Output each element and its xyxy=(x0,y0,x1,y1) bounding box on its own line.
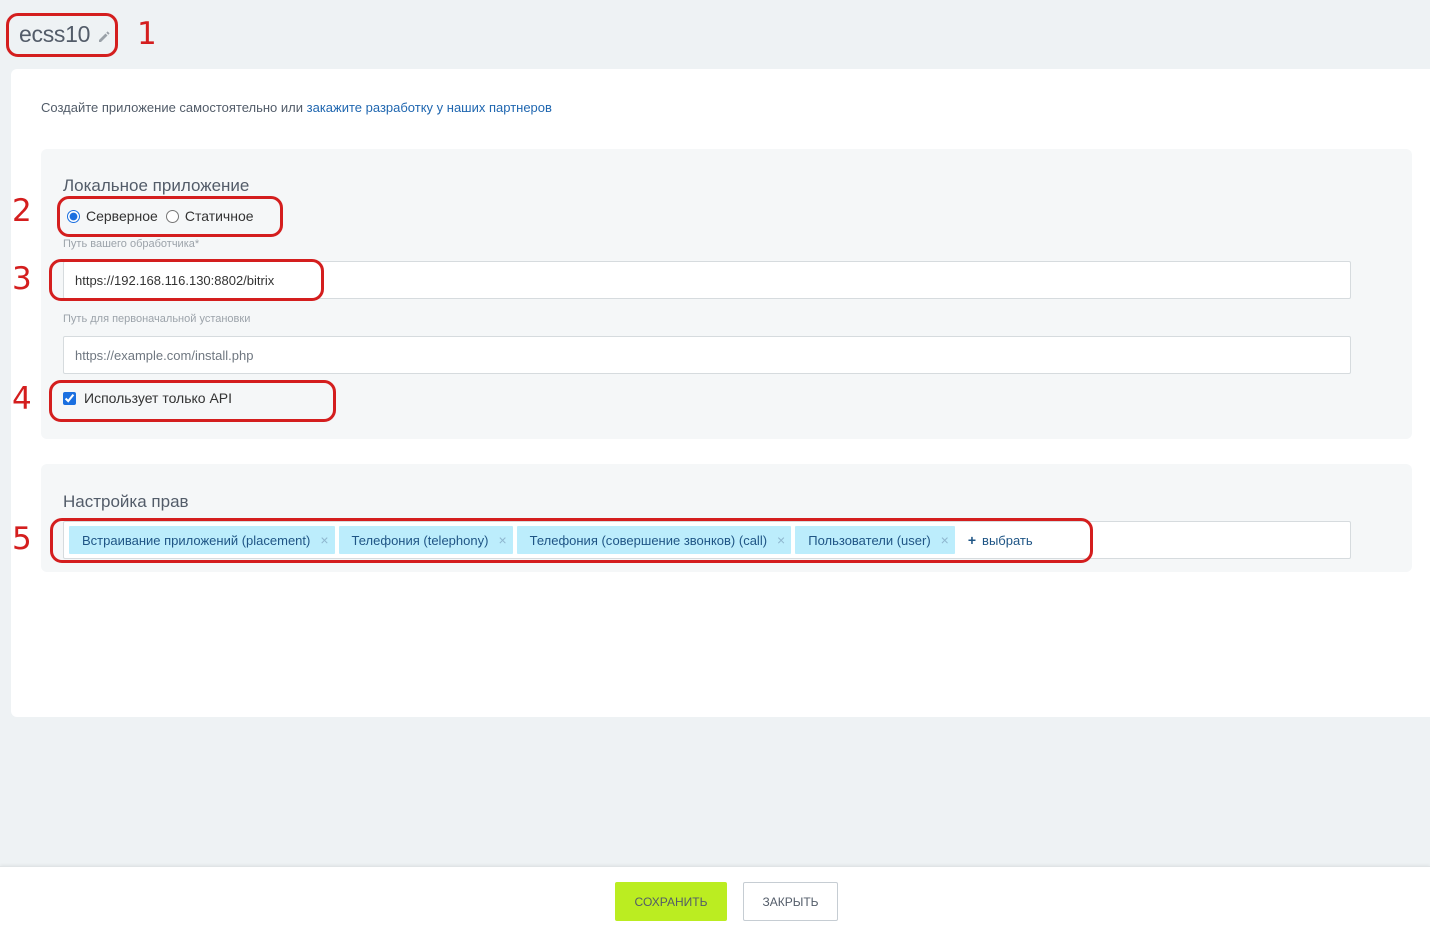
local-app-section: Локальное приложение Серверное Статичное… xyxy=(41,149,1412,439)
annotation-number-5: 5 xyxy=(12,521,32,557)
add-right-button[interactable]: + выбрать xyxy=(968,532,1033,548)
tag-remove-icon[interactable]: × xyxy=(320,533,328,547)
tag-label: Встраивание приложений (placement) xyxy=(82,532,311,548)
annotation-number-3: 3 xyxy=(12,261,32,297)
rights-title: Настройка прав xyxy=(63,492,189,511)
tag-placement: Встраивание приложений (placement) × xyxy=(69,526,335,554)
tag-label: Телефония (совершение звонков) (call) xyxy=(529,532,768,548)
radio-static[interactable]: Статичное xyxy=(165,208,254,224)
tag-label: Телефония (telephony) xyxy=(351,532,489,548)
pencil-icon[interactable] xyxy=(98,30,110,42)
add-right-label: выбрать xyxy=(982,532,1033,548)
annotation-number-1: 1 xyxy=(137,16,157,52)
tag-remove-icon[interactable]: × xyxy=(498,533,506,547)
radio-server-input[interactable] xyxy=(67,209,80,223)
radio-server-label: Серверное xyxy=(86,208,158,224)
tag-user: Пользователи (user) × xyxy=(795,526,955,554)
api-only-label: Использует только API xyxy=(84,390,233,406)
radio-static-input[interactable] xyxy=(165,209,179,223)
intro-text: Создайте приложение самостоятельно или з… xyxy=(41,100,552,115)
rights-tag-field[interactable]: Встраивание приложений (placement) × Тел… xyxy=(63,521,1351,559)
rights-section: Настройка прав Встраивание приложений (p… xyxy=(41,464,1412,572)
tag-call: Телефония (совершение звонков) (call) × xyxy=(516,526,792,554)
close-button[interactable]: ЗАКРЫТЬ xyxy=(743,882,838,921)
intro-text-label: Создайте приложение самостоятельно или xyxy=(41,100,307,115)
radio-server[interactable]: Серверное xyxy=(67,208,158,224)
tag-remove-icon[interactable]: × xyxy=(777,533,785,547)
plus-icon: + xyxy=(967,532,977,548)
tag-label: Пользователи (user) xyxy=(808,532,931,548)
tag-remove-icon[interactable]: × xyxy=(941,533,949,547)
app-title: ecss10 xyxy=(19,21,91,47)
tag-telephony: Телефония (telephony) × xyxy=(338,526,513,554)
handler-path-input[interactable] xyxy=(63,261,1351,299)
handler-path-label: Путь вашего обработчика* xyxy=(63,238,200,250)
app-title-area: ecss10 xyxy=(19,21,110,48)
footer-bar: СОХРАНИТЬ ЗАКРЫТЬ xyxy=(0,866,1430,927)
annotation-number-2: 2 xyxy=(12,193,32,229)
install-path-input[interactable] xyxy=(63,336,1351,374)
radio-static-label: Статичное xyxy=(184,208,254,224)
api-only-checkbox[interactable] xyxy=(63,391,76,405)
save-button[interactable]: СОХРАНИТЬ xyxy=(615,882,727,921)
local-app-title: Локальное приложение xyxy=(63,176,250,195)
install-path-label: Путь для первоначальной установки xyxy=(63,313,251,325)
partners-link[interactable]: закажите разработку у наших партнеров xyxy=(307,100,552,115)
main-card: Создайте приложение самостоятельно или з… xyxy=(11,69,1430,717)
app-type-radio-group: Серверное Статичное xyxy=(67,208,254,224)
annotation-number-4: 4 xyxy=(12,381,32,417)
api-only-checkbox-row[interactable]: Использует только API xyxy=(63,390,232,406)
